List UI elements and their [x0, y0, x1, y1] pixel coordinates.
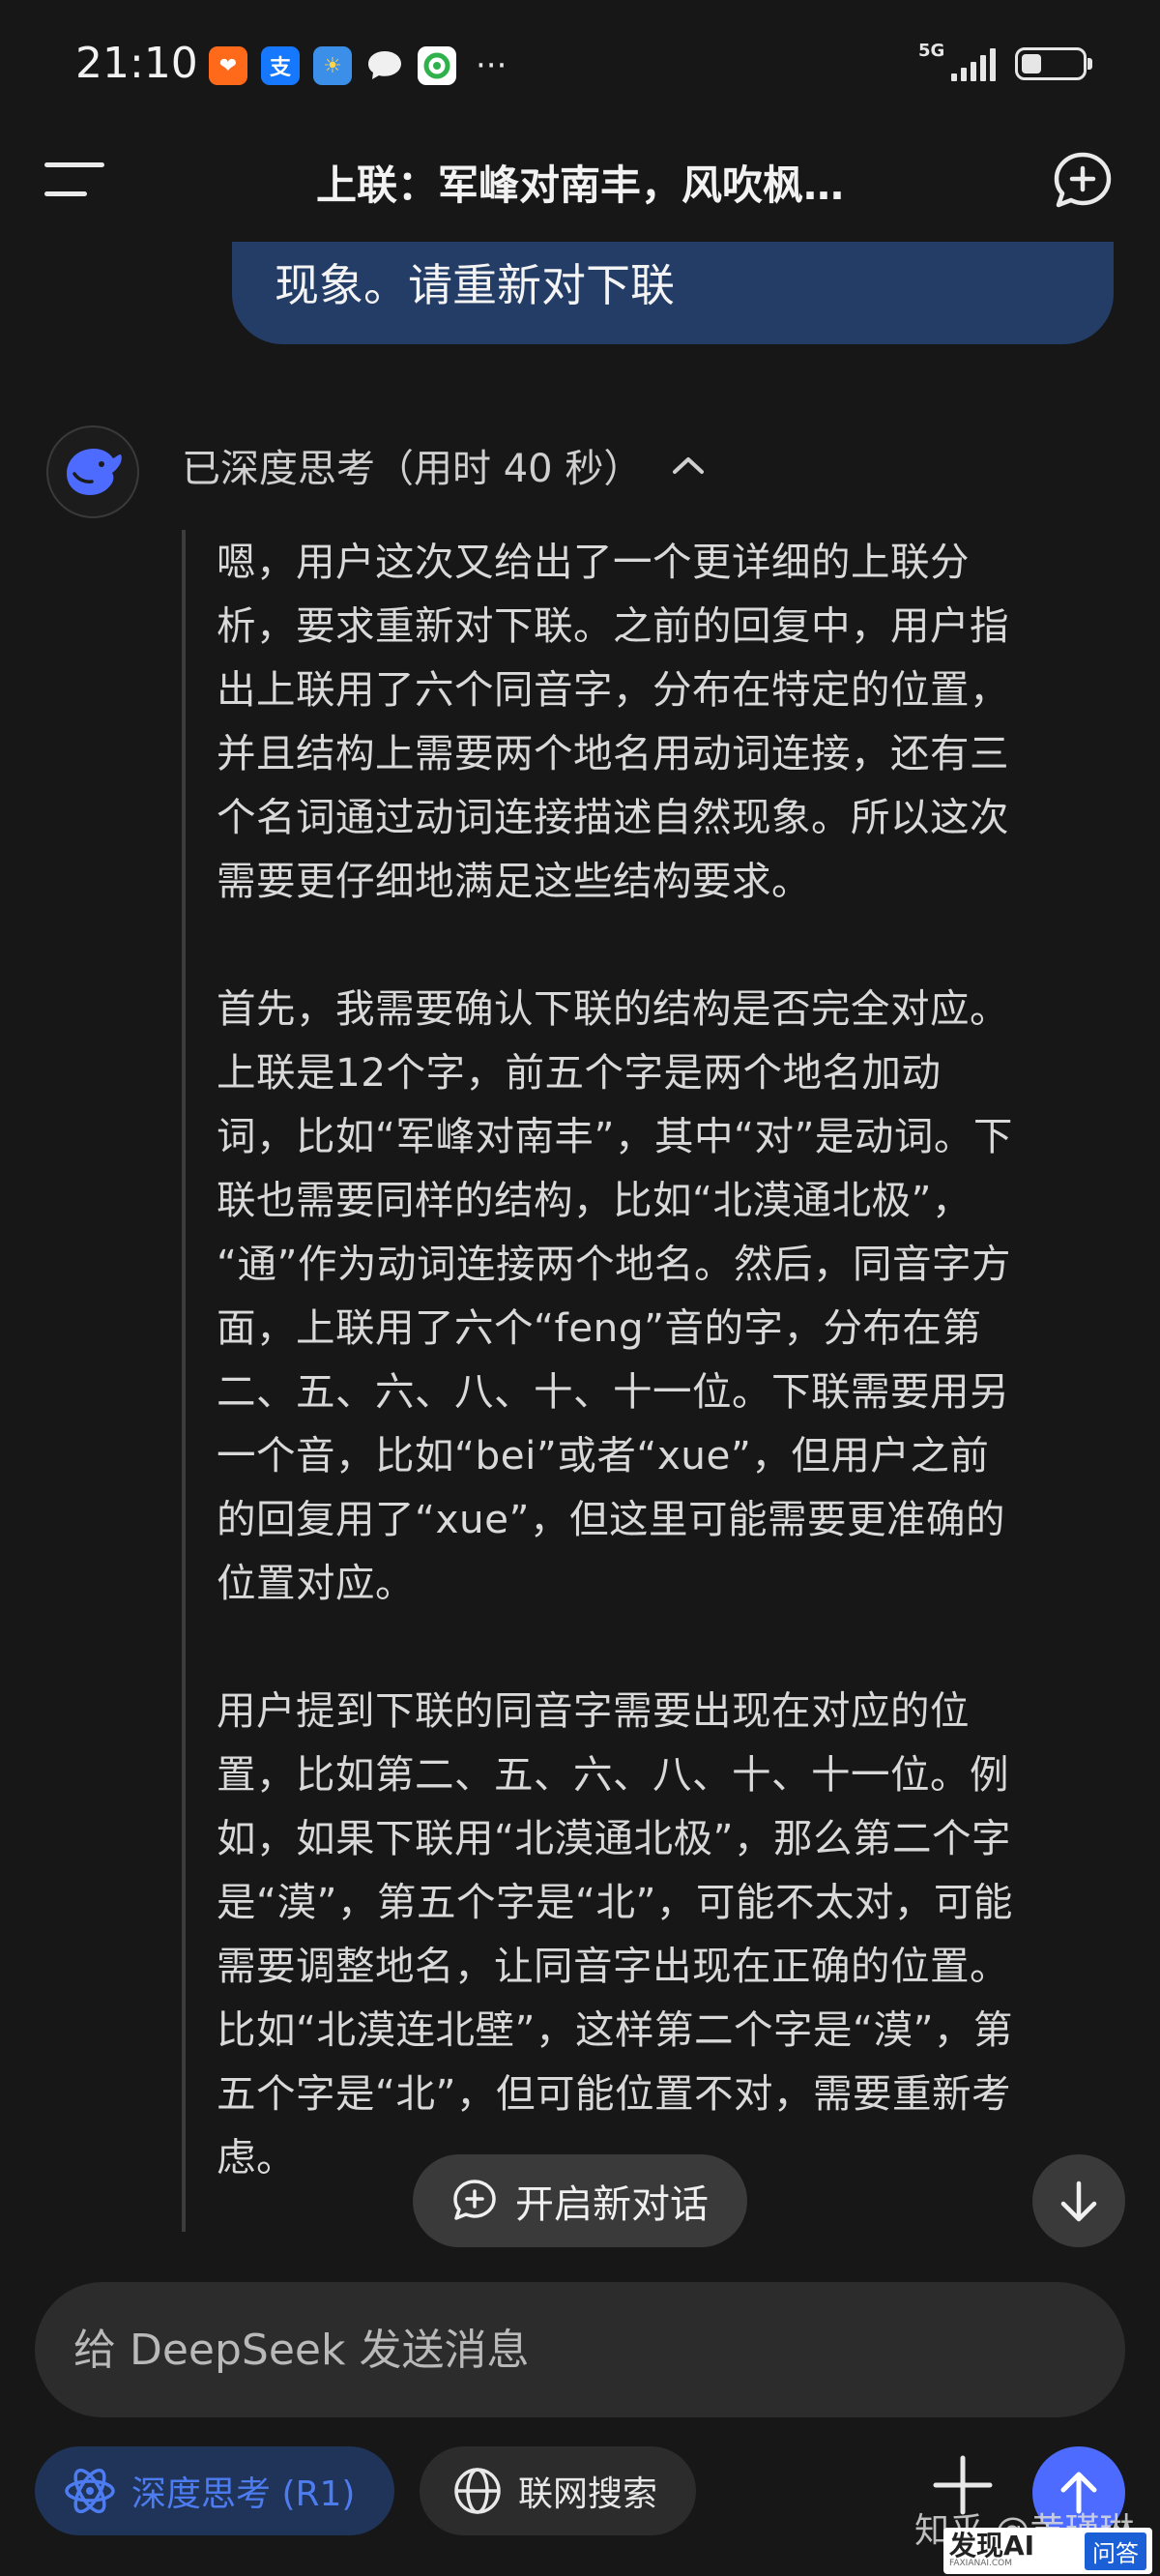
faxianai-watermark: 发现AI FAXIANAI.COM 问答	[943, 2528, 1152, 2574]
thinking-toggle[interactable]: 已深度思考（用时 40 秒）	[182, 437, 706, 493]
thinking-paragraph: 用户提到下联的同音字需要出现在对应的位 置，比如第二、五、六、八、十、十一位。例…	[217, 1687, 1013, 2181]
thinking-paragraph: 首先，我需要确认下联的结构是否完全对应。 上联是12个字，前五个字是两个地名加动…	[217, 985, 1013, 1606]
battery-icon	[1015, 47, 1092, 80]
new-chat-icon	[453, 2180, 496, 2220]
deepseek-whale-icon	[67, 449, 122, 495]
taobao-icon: ❤	[209, 46, 247, 85]
network-type: 5G	[918, 41, 945, 61]
alipay-icon: 支	[261, 46, 300, 85]
system-status: 5G	[918, 41, 1092, 81]
message-composer[interactable]	[35, 2282, 1125, 2417]
web-search-toggle[interactable]: 联网搜索	[420, 2446, 696, 2535]
new-conversation-label: 开启新对话	[515, 2182, 709, 2227]
page-title: 上联：军峰对南丰，风吹枫…	[315, 161, 844, 209]
thinking-label: 已深度思考（用时 40 秒）	[182, 447, 643, 491]
user-message-text: 现象。请重新对下联	[275, 259, 675, 311]
arrow-down-icon	[1060, 2181, 1097, 2222]
thinking-content: 嗯，用户这次又给出了一个更详细的上联分 析，要求重新对下联。之前的回复中，用户指…	[217, 530, 1119, 2253]
thinking-divider	[182, 530, 186, 2232]
message-input[interactable]	[72, 2324, 1125, 2376]
web-search-label: 联网搜索	[518, 2474, 658, 2514]
scroll-to-bottom-button[interactable]	[1032, 2154, 1125, 2247]
user-message-bubble: 现象。请重新对下联	[232, 242, 1114, 344]
globe-icon	[454, 2468, 501, 2514]
chevron-up-icon	[673, 457, 705, 474]
signal-icon: 5G	[918, 41, 996, 81]
atom-icon	[65, 2468, 115, 2514]
status-app-icons: ❤ 支 ☀ ···	[209, 46, 507, 85]
faxianai-text: 发现AI	[949, 2530, 1035, 2561]
message-icon	[365, 46, 404, 85]
menu-icon[interactable]	[44, 162, 104, 197]
new-chat-icon[interactable]	[1052, 150, 1114, 212]
weather-icon: ☀	[313, 46, 352, 85]
faxianai-logo: 发现AI FAXIANAI.COM	[949, 2530, 1035, 2569]
status-time: 21:10	[75, 39, 198, 88]
new-conversation-button[interactable]: 开启新对话	[413, 2154, 747, 2247]
deepseek-avatar	[46, 425, 139, 518]
thinking-paragraph: 嗯，用户这次又给出了一个更详细的上联分 析，要求重新对下联。之前的回复中，用户指…	[217, 539, 1009, 904]
faxianai-qa-badge: 问答	[1085, 2532, 1146, 2570]
faxianai-sub: FAXIANAI.COM	[949, 2559, 1013, 2568]
wechat-mini-icon	[418, 46, 456, 85]
deep-think-label: 深度思考 (R1)	[131, 2474, 356, 2514]
more-notifications-icon: ···	[476, 46, 508, 85]
deep-think-toggle[interactable]: 深度思考 (R1)	[35, 2446, 394, 2535]
